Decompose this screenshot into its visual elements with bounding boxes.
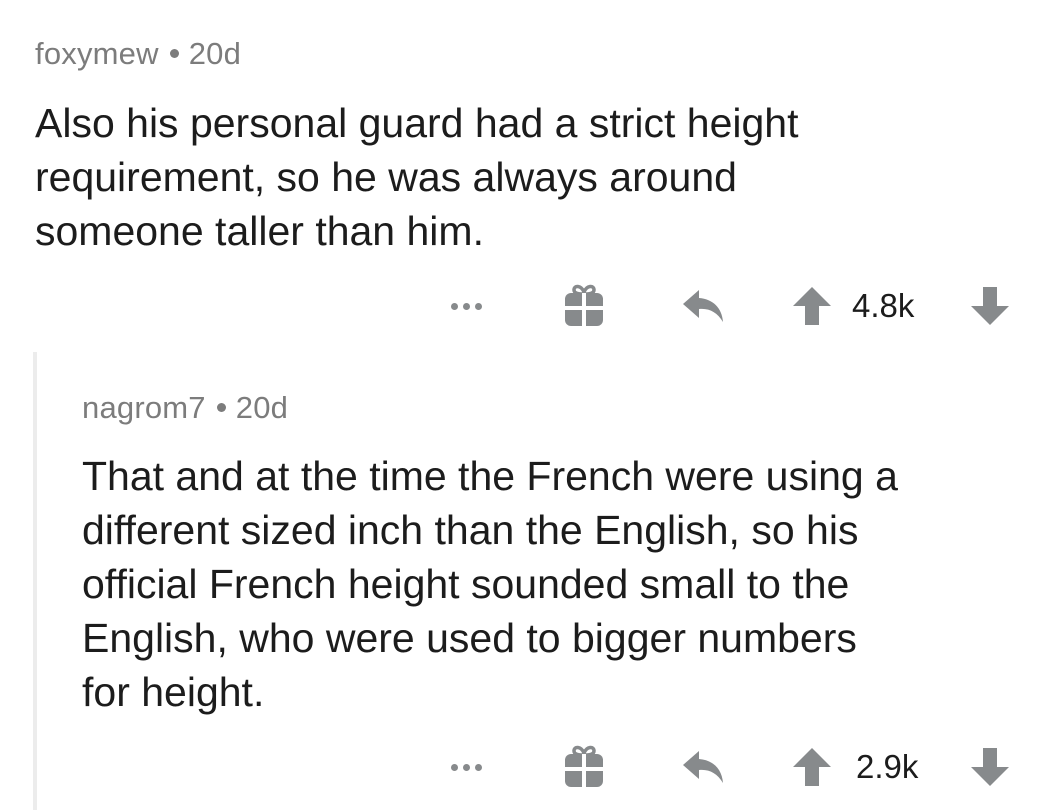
gift-icon	[565, 745, 603, 787]
gift-icon	[565, 284, 603, 326]
separator-dot-icon	[169, 49, 179, 59]
comment-author[interactable]: foxymew	[35, 36, 159, 71]
award-button[interactable]	[560, 745, 608, 789]
more-options-icon	[450, 302, 458, 310]
comment-age: 20d	[188, 36, 242, 71]
comment-meta: foxymew 20d	[35, 36, 241, 72]
upvote-arrow-icon	[793, 748, 831, 786]
vote-score: 4.8k	[852, 287, 915, 324]
reply-icon	[683, 751, 723, 783]
comment: foxymew 20d Also his personal guard had a…	[0, 0, 1062, 350]
more-options-icon	[450, 763, 458, 771]
separator-dot-icon	[216, 403, 226, 413]
upvote-button[interactable]	[790, 284, 834, 328]
downvote-button[interactable]	[968, 284, 1012, 328]
comment-body: Also his personal guard had a strict hei…	[35, 100, 799, 254]
comment-reply: nagrom7 20d That and at the time the Fren…	[0, 352, 1062, 810]
comment-actions: 4.8k	[0, 284, 1062, 328]
upvote-arrow-icon	[793, 287, 831, 325]
reply-button[interactable]	[680, 284, 728, 328]
upvote-button[interactable]	[790, 745, 834, 789]
comment-body: That and at the time the French were usi…	[82, 453, 898, 715]
more-options-button[interactable]	[446, 284, 486, 328]
reply-button[interactable]	[680, 745, 728, 789]
reply-icon	[683, 290, 723, 322]
downvote-arrow-icon	[971, 287, 1009, 325]
comment-author[interactable]: nagrom7	[82, 390, 206, 425]
comment-actions: 2.9k	[0, 745, 1062, 789]
vote-score: 2.9k	[856, 748, 919, 785]
downvote-button[interactable]	[968, 745, 1012, 789]
comment-age: 20d	[235, 390, 289, 425]
comment-meta: nagrom7 20d	[82, 390, 288, 426]
downvote-arrow-icon	[971, 748, 1009, 786]
award-button[interactable]	[560, 284, 608, 328]
more-options-button[interactable]	[446, 745, 486, 789]
